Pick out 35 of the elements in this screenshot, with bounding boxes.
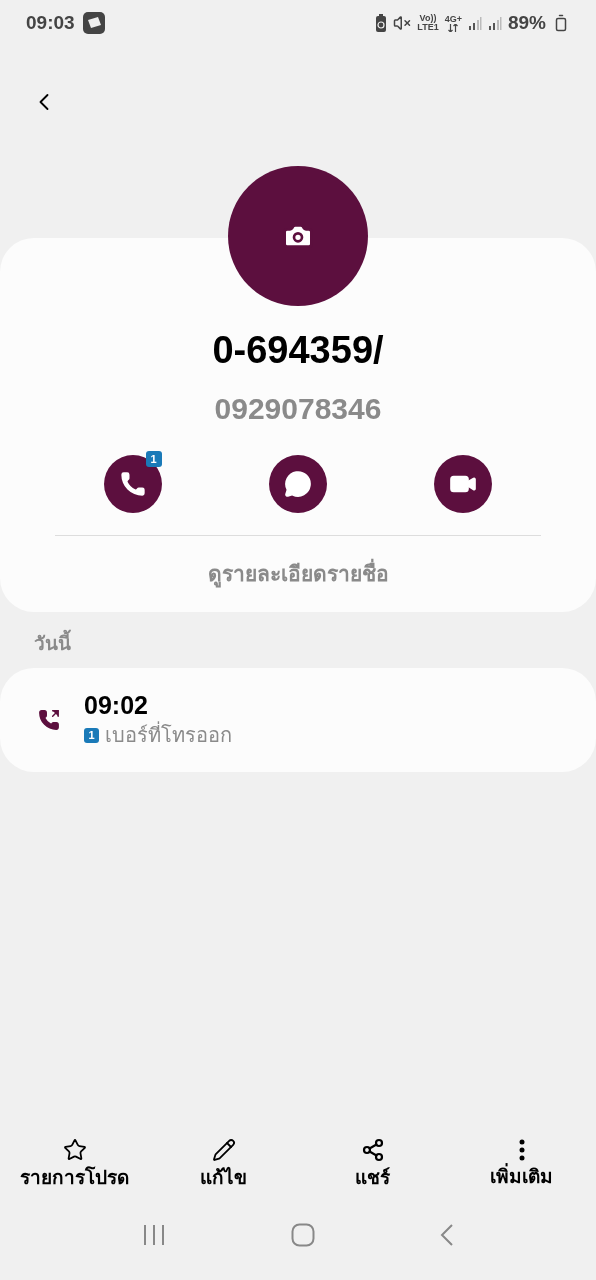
call-time: 09:02 — [84, 690, 149, 720]
back-nav-icon[interactable] — [439, 1223, 454, 1247]
sim-badge: 1 — [84, 727, 99, 743]
status-time: 09:03 — [26, 10, 75, 35]
outgoing-call-icon — [38, 709, 60, 731]
sim-badge: 1 — [145, 451, 162, 467]
call-log-entry[interactable]: 09:02 1 เบอร์ที่โทรออก — [0, 668, 596, 772]
toolbar-button[interactable]: แก้ไข — [149, 1130, 298, 1200]
toolbar-button[interactable]: เพิ่มเติม — [447, 1130, 596, 1200]
more-icon — [518, 1138, 525, 1161]
message-button[interactable] — [269, 455, 327, 513]
battery-percent: 89% — [507, 10, 546, 35]
data-arrows-icon — [448, 23, 459, 32]
section-header: วันนี้ — [0, 629, 596, 658]
volte-label: Vo)) — [419, 14, 437, 23]
video-call-button[interactable] — [434, 455, 493, 513]
chat-bubble-icon — [284, 470, 312, 498]
contact-name: 0-694359/ — [212, 328, 384, 372]
app-notification-icon — [82, 12, 105, 34]
home-icon[interactable] — [291, 1223, 315, 1247]
mute-icon — [393, 14, 412, 32]
phone-number: 0929078346 — [214, 391, 382, 427]
phone-icon — [118, 470, 147, 498]
sim-label: LTE1 — [417, 23, 439, 32]
star-icon — [62, 1137, 87, 1162]
toolbar-button[interactable]: แชร์ — [298, 1130, 447, 1200]
signal-icon — [467, 16, 482, 30]
share-icon — [360, 1137, 385, 1162]
recent-apps-icon[interactable] — [142, 1224, 167, 1246]
pencil-icon — [211, 1137, 236, 1162]
signal-icon — [487, 16, 502, 30]
toolbar-button[interactable]: รายการโปรด — [0, 1130, 149, 1200]
battery-saver-icon — [375, 14, 388, 32]
call-type: เบอร์ที่โทรออก — [105, 720, 232, 750]
network-label: 4G+ — [444, 14, 462, 24]
